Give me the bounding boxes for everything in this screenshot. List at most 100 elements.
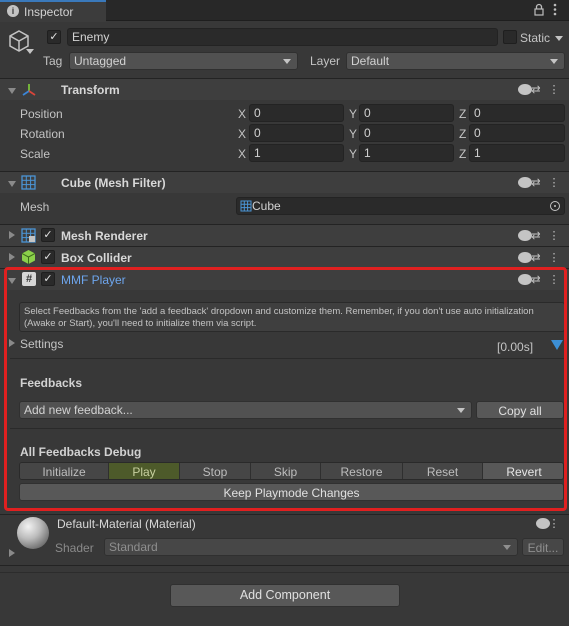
rotation-y-field[interactable]: 0 (359, 124, 454, 142)
material-sphere-icon (17, 517, 49, 549)
bottom-separator (0, 565, 569, 566)
presets-icon[interactable]: ⇄ (529, 273, 543, 287)
mesh-renderer-title: Mesh Renderer (61, 229, 148, 243)
position-label: Position (20, 107, 63, 121)
stop-button[interactable]: Stop (180, 463, 251, 479)
reset-button[interactable]: Reset (403, 463, 483, 479)
context-menu-icon[interactable]: ⋮ (547, 229, 561, 243)
settings-label[interactable]: Settings (20, 336, 63, 352)
material-title: Default-Material (Material) (57, 517, 196, 531)
shader-label: Shader (55, 541, 94, 555)
position-y-field[interactable]: 0 (359, 104, 454, 122)
box-collider-enabled-checkbox[interactable]: ✓ (41, 250, 55, 264)
tab-title: Inspector (24, 5, 74, 19)
scale-label: Scale (20, 147, 51, 161)
rotation-x-field[interactable]: 0 (249, 124, 344, 142)
layer-label: Layer (310, 54, 341, 68)
mesh-renderer-enabled-checkbox[interactable]: ✓ (41, 228, 55, 242)
mmf-player-header-icons: ? ⇄ ⋮ (511, 273, 563, 287)
scale-x-field[interactable]: 1 (249, 144, 344, 162)
settings-foldout-icon[interactable] (9, 339, 15, 347)
mesh-filter-foldout-icon[interactable] (8, 181, 16, 187)
icon-dropdown-arrow-icon[interactable] (26, 49, 34, 54)
restore-button[interactable]: Restore (321, 463, 403, 479)
chevron-down-icon (550, 59, 558, 64)
shader-edit-button[interactable]: Edit... (522, 538, 564, 556)
presets-icon[interactable]: ⇄ (529, 251, 543, 265)
object-picker-icon[interactable] (550, 201, 560, 211)
scale-z-value: 1 (474, 146, 481, 160)
mmf-player-title: MMF Player (61, 273, 126, 287)
context-menu-icon[interactable]: ⋮ (547, 83, 561, 97)
active-checkbox[interactable]: ✓ (47, 30, 61, 44)
play-button[interactable]: Play (109, 463, 180, 479)
presets-icon[interactable]: ⇄ (529, 83, 543, 97)
position-z-field[interactable]: 0 (469, 104, 565, 122)
static-label: Static (520, 31, 551, 45)
inspector-tab[interactable]: i Inspector (0, 0, 106, 22)
scale-x-axis: X (238, 147, 247, 161)
initialize-button[interactable]: Initialize (20, 463, 109, 479)
context-menu-icon[interactable]: ⋮ (547, 273, 561, 287)
kebab-menu-icon[interactable] (552, 3, 558, 16)
debug-heading: All Feedbacks Debug (20, 445, 142, 459)
scale-y-field[interactable]: 1 (359, 144, 454, 162)
rotation-x-value: 0 (254, 126, 261, 140)
static-dropdown-icon[interactable] (555, 36, 563, 41)
skip-button[interactable]: Skip (251, 463, 321, 479)
presets-icon[interactable]: ⇄ (529, 229, 543, 243)
rotation-label: Rotation (20, 127, 65, 141)
context-menu-icon[interactable]: ⋮ (547, 517, 561, 531)
scale-z-field[interactable]: 1 (469, 144, 565, 162)
rotation-y-value: 0 (364, 126, 371, 140)
lock-icon[interactable] (534, 3, 544, 16)
material-foldout-icon[interactable] (9, 549, 15, 557)
position-y-value: 0 (364, 106, 371, 120)
mesh-grid-icon (21, 175, 36, 190)
layer-dropdown[interactable]: Default (346, 52, 565, 70)
presets-icon[interactable]: ⇄ (529, 176, 543, 190)
add-feedback-value: Add new feedback... (24, 403, 133, 417)
rotation-x-axis: X (238, 127, 247, 141)
play-triangle-icon[interactable] (551, 340, 563, 350)
tag-label: Tag (43, 54, 63, 68)
shader-dropdown[interactable]: Standard (104, 538, 518, 556)
position-z-axis: Z (459, 107, 467, 121)
position-x-field[interactable]: 0 (249, 104, 344, 122)
transform-axes-icon (21, 82, 37, 98)
context-menu-icon[interactable]: ⋮ (547, 176, 561, 190)
add-feedback-dropdown[interactable]: Add new feedback... (19, 401, 472, 419)
mesh-object-field[interactable]: Cube (236, 197, 565, 215)
keep-playmode-changes-button[interactable]: Keep Playmode Changes (19, 483, 564, 501)
mmf-player-foldout-icon[interactable] (8, 278, 16, 284)
mesh-renderer-header-icons: ? ⇄ ⋮ (511, 229, 563, 243)
script-hash-icon: # (22, 272, 36, 286)
scale-z-axis: Z (459, 147, 467, 161)
revert-button[interactable]: Revert (483, 463, 563, 479)
box-collider-foldout-icon[interactable] (9, 253, 15, 261)
mmf-help-box: Select Feedbacks from the 'add a feedbac… (19, 302, 565, 332)
transform-foldout-icon[interactable] (8, 88, 16, 94)
context-menu-icon[interactable]: ⋮ (547, 251, 561, 265)
mesh-grid-icon (240, 200, 252, 212)
name-field[interactable]: Enemy (67, 28, 498, 46)
scale-y-axis: Y (349, 147, 358, 161)
rotation-z-field[interactable]: 0 (469, 124, 565, 142)
bottom-separator-2 (0, 572, 569, 573)
mesh-renderer-foldout-icon[interactable] (9, 231, 15, 239)
static-checkbox[interactable] (503, 30, 517, 44)
tag-dropdown[interactable]: Untagged (69, 52, 298, 70)
tag-value: Untagged (74, 54, 127, 68)
material-separator (0, 514, 569, 515)
mmf-player-enabled-checkbox[interactable]: ✓ (41, 272, 55, 286)
chevron-down-icon (283, 59, 291, 64)
shader-value: Standard (109, 540, 158, 554)
add-component-button[interactable]: Add Component (170, 584, 400, 607)
transform-title: Transform (61, 83, 120, 97)
layer-value: Default (351, 54, 390, 68)
rotation-z-axis: Z (459, 127, 467, 141)
rotation-z-value: 0 (474, 126, 481, 140)
copy-all-button[interactable]: Copy all (476, 401, 564, 419)
feedbacks-heading: Feedbacks (20, 376, 83, 390)
transform-header-icons: ? ⇄ ⋮ (511, 83, 563, 97)
